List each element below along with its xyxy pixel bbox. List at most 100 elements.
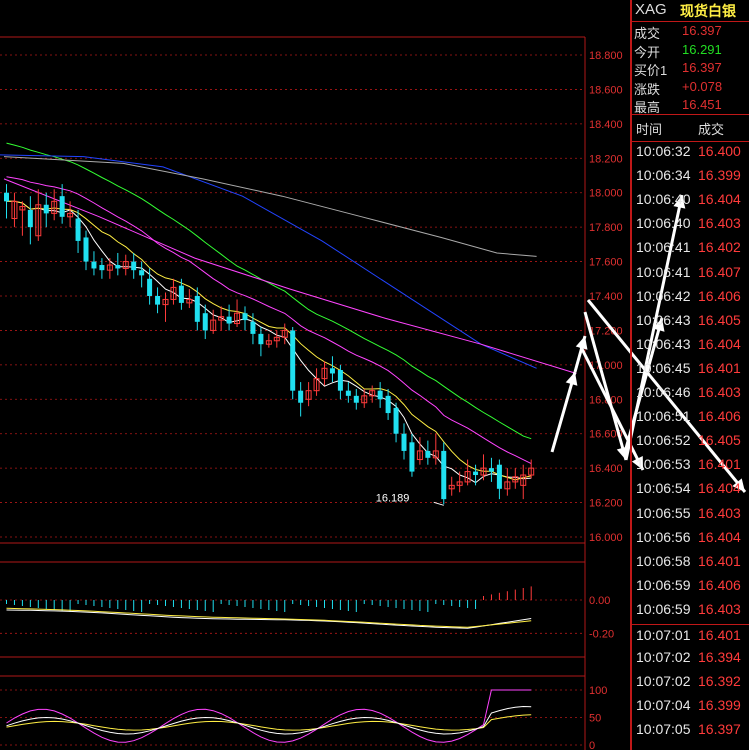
tick-time: 10:06:55 bbox=[636, 504, 691, 521]
tick-price: 16.404 bbox=[698, 480, 741, 497]
moving-average-lines bbox=[0, 142, 577, 484]
candle-body bbox=[226, 316, 232, 324]
candle-body bbox=[43, 204, 49, 214]
kdj-j-line bbox=[6, 689, 532, 743]
price-axis-label: 18.000 bbox=[589, 188, 623, 200]
tick-price: 16.401 bbox=[698, 627, 741, 643]
tick-price: 16.403 bbox=[698, 600, 741, 617]
min-marker-line bbox=[433, 501, 444, 506]
candle-body bbox=[425, 450, 431, 458]
tick-price: 16.405 bbox=[698, 311, 741, 328]
candle-body bbox=[194, 296, 200, 322]
tick-time: 10:07:04 bbox=[636, 697, 691, 714]
candlestick-series: 16.189 bbox=[4, 184, 535, 506]
quote-panel: XAG 现货白银 成交 16.397 今开 16.291 买价1 16.397 涨跌 +0.0… bbox=[630, 0, 749, 750]
macd-axis-label: -0.20 bbox=[589, 628, 614, 640]
tick-time: 10:06:53 bbox=[636, 456, 691, 473]
macd-dea-line bbox=[6, 607, 532, 628]
kdj-axis-label: 0 bbox=[589, 740, 595, 750]
tick-price: 16.392 bbox=[698, 673, 741, 690]
candle-body bbox=[59, 196, 65, 217]
candle-body bbox=[488, 468, 494, 472]
kdj-axis-label: 50 bbox=[589, 713, 601, 725]
tick-price: 16.407 bbox=[698, 263, 741, 280]
macd-axis-label: 0.00 bbox=[589, 595, 610, 607]
candle-body bbox=[353, 395, 359, 403]
tick-time: 10:07:01 bbox=[636, 627, 691, 643]
price-axis-label: 17.600 bbox=[589, 257, 623, 269]
tick-time: 10:06:42 bbox=[636, 287, 691, 304]
tick-price: 16.401 bbox=[698, 359, 741, 376]
candle-body bbox=[139, 270, 145, 276]
tick-time: 10:07:05 bbox=[636, 721, 691, 738]
candle-body bbox=[242, 313, 248, 321]
candle-body bbox=[337, 370, 343, 391]
min-price-label: 16.189 bbox=[376, 492, 410, 504]
quote-value: 16.397 bbox=[682, 23, 722, 38]
tick-price: 16.401 bbox=[698, 552, 741, 569]
tick-time: 10:06:41 bbox=[636, 263, 691, 280]
candle-body bbox=[4, 192, 9, 202]
tick-price: 16.406 bbox=[698, 408, 741, 425]
kdj-axis-label: 100 bbox=[589, 685, 607, 697]
ticks-header-price: 成交 bbox=[698, 122, 725, 137]
tick-price: 16.402 bbox=[698, 239, 741, 256]
quote-value: 16.451 bbox=[682, 97, 722, 113]
candle-body bbox=[441, 450, 447, 500]
quote-value: 16.291 bbox=[682, 41, 722, 57]
tick-time: 10:06:59 bbox=[636, 576, 691, 593]
candle-body bbox=[202, 313, 208, 331]
tick-price: 16.400 bbox=[698, 143, 741, 159]
price-axis-label: 16.000 bbox=[589, 532, 623, 544]
tick-time: 10:06:40 bbox=[636, 215, 691, 232]
candle-body bbox=[345, 390, 351, 396]
tick-time: 10:06:46 bbox=[636, 384, 691, 400]
candle-body bbox=[258, 333, 264, 345]
tick-time: 10:06:34 bbox=[636, 167, 691, 184]
price-axis-label: 16.400 bbox=[589, 463, 623, 475]
ma20-line bbox=[6, 176, 532, 465]
tick-divider bbox=[632, 623, 749, 625]
tick-price: 16.404 bbox=[698, 191, 741, 208]
tick-price: 16.406 bbox=[698, 576, 741, 593]
price-axis-label: 17.800 bbox=[589, 222, 623, 234]
tick-time: 10:06:51 bbox=[636, 408, 691, 425]
tick-price: 16.401 bbox=[698, 456, 741, 473]
quote-value: 16.397 bbox=[682, 60, 722, 76]
tick-time: 10:06:40 bbox=[636, 191, 691, 208]
tick-price: 16.404 bbox=[698, 335, 741, 352]
tick-time: 10:06:52 bbox=[636, 432, 691, 449]
candle-body bbox=[83, 237, 89, 262]
macd-dif-line bbox=[6, 609, 532, 629]
quote-label: 今开 bbox=[634, 44, 661, 60]
tick-price: 16.403 bbox=[698, 384, 741, 400]
candle-body bbox=[290, 330, 296, 391]
price-axis-label: 17.400 bbox=[589, 291, 623, 303]
tick-time: 10:06:58 bbox=[636, 552, 691, 569]
candle-body bbox=[393, 407, 399, 434]
macd-panel bbox=[6, 586, 532, 629]
candle-body bbox=[401, 433, 407, 451]
panel-header: XAG 现货白银 bbox=[632, 0, 749, 22]
candle-body bbox=[250, 321, 256, 334]
candle-body bbox=[178, 285, 184, 303]
tick-time: 10:06:56 bbox=[636, 528, 691, 545]
price-axis-label: 18.600 bbox=[589, 84, 623, 96]
price-axis-label: 16.200 bbox=[589, 498, 623, 510]
candle-body bbox=[131, 261, 137, 271]
candle-body bbox=[27, 209, 33, 228]
ticks-header: 时间 成交 bbox=[632, 114, 749, 142]
tick-time: 10:06:43 bbox=[636, 311, 691, 328]
candle-body bbox=[473, 471, 479, 476]
candle-body bbox=[115, 265, 121, 269]
tick-time: 10:06:54 bbox=[636, 480, 691, 497]
tick-price: 16.403 bbox=[698, 504, 741, 521]
tick-price: 16.397 bbox=[698, 721, 741, 738]
tick-price: 16.403 bbox=[698, 215, 741, 232]
quote-label: 买价1 bbox=[634, 63, 668, 79]
tick-price: 16.405 bbox=[698, 432, 741, 449]
candle-body bbox=[91, 261, 97, 269]
candle-body bbox=[147, 278, 153, 296]
quote-value: +0.078 bbox=[682, 78, 723, 94]
tick-price: 16.399 bbox=[698, 697, 741, 714]
